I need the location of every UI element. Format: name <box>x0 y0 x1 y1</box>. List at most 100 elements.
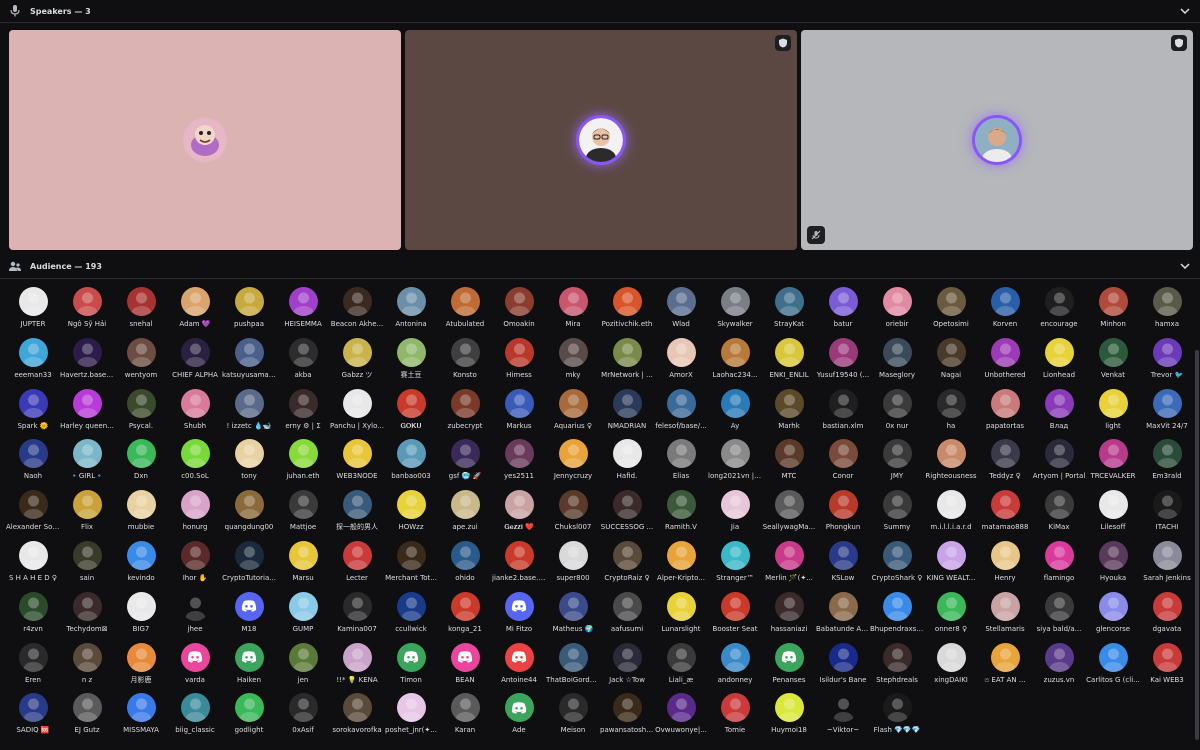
audience-member[interactable]: sorokavorofka <box>330 693 384 744</box>
audience-member[interactable]: Jennycruzy <box>546 439 600 490</box>
audience-member[interactable]: CryptoShark ♀ <box>870 540 924 592</box>
audience-member[interactable]: c00.SoL <box>168 439 222 490</box>
audience-member[interactable]: MrNetwork | ... <box>600 337 654 389</box>
audience-member[interactable]: Ngô Sỹ Hải <box>60 287 114 338</box>
audience-member[interactable]: Antoine44 <box>492 642 546 694</box>
audience-member[interactable]: Pozitivchik.eth <box>600 287 654 338</box>
audience-member[interactable]: jianke2.base.e... <box>492 540 546 592</box>
audience-member[interactable]: Flix <box>60 490 114 541</box>
audience-member[interactable]: Korven <box>978 287 1032 338</box>
audience-member[interactable]: Marhk <box>762 388 816 440</box>
audience-member[interactable]: Mira <box>546 287 600 338</box>
audience-member[interactable]: onner8 ♀ <box>924 591 978 643</box>
audience-member[interactable]: MTC <box>762 439 816 490</box>
audience-member[interactable]: super800 <box>546 540 600 592</box>
audience-member[interactable]: Kai WEB3 <box>1140 642 1194 694</box>
audience-member[interactable]: ha <box>924 388 978 440</box>
audience-member[interactable]: EJ Gutz <box>60 693 114 744</box>
audience-member[interactable]: Stranger™ <box>708 540 762 592</box>
audience-member[interactable]: Ihor ✋ <box>168 540 222 592</box>
audience-member[interactable]: Laohac234... <box>708 337 762 389</box>
audience-member[interactable]: Teddyz ♀ <box>978 439 1032 490</box>
audience-member[interactable]: Antonina <box>384 287 438 338</box>
audience-member[interactable]: Jack ☆Tow <box>600 642 654 694</box>
audience-member[interactable]: godlight <box>222 693 276 744</box>
audience-member[interactable]: CHIEF ALPHA <box>168 337 222 389</box>
speaker-tile[interactable] <box>9 30 401 250</box>
audience-member[interactable]: xingDAIKI <box>924 642 978 694</box>
audience-member[interactable]: ThatBoiGordo... <box>546 642 600 694</box>
audience-member[interactable]: Gabzz ツ <box>330 337 384 389</box>
audience-member[interactable]: Trevor 🐦 <box>1140 337 1194 389</box>
audience-member[interactable]: Hyouka <box>1086 540 1140 592</box>
audience-member[interactable]: 探一般的男人 <box>330 490 384 541</box>
audience-member[interactable]: MaxVit 24/7 <box>1140 388 1194 440</box>
audience-member[interactable]: Nagai <box>924 337 978 389</box>
audience-member[interactable]: mky <box>546 337 600 389</box>
audience-member[interactable]: hassaniazi <box>762 591 816 643</box>
audience-member[interactable]: HOWzz <box>384 490 438 541</box>
audience-member[interactable]: Flash 💎💎💎 <box>870 693 924 744</box>
audience-member[interactable]: AmorX <box>654 337 708 389</box>
audience-member[interactable]: Summy <box>870 490 924 541</box>
audience-member[interactable]: Chuksl007 <box>546 490 600 541</box>
audience-member[interactable]: Lunarslight <box>654 591 708 643</box>
audience-member[interactable]: Lecter <box>330 540 384 592</box>
audience-member[interactable]: oriebir <box>870 287 924 338</box>
audience-member[interactable]: 0x nur <box>870 388 924 440</box>
audience-member[interactable]: Stephdreals <box>870 642 924 694</box>
audience-member[interactable]: Shubh <box>168 388 222 440</box>
audience-member[interactable]: Ay <box>708 388 762 440</box>
audience-member[interactable]: KING WEALT... <box>924 540 978 592</box>
audience-member[interactable]: Unbothered <box>978 337 1032 389</box>
audience-member[interactable]: Phongkun <box>816 490 870 541</box>
audience-member[interactable]: JMY <box>870 439 924 490</box>
audience-member[interactable]: Techydom⊠ <box>60 591 114 643</box>
audience-member[interactable]: Hafid. <box>600 439 654 490</box>
audience-member[interactable]: Dxn <box>114 439 168 490</box>
audience-member[interactable]: Merchant Tot... <box>384 540 438 592</box>
audience-member[interactable]: 月影鹿 <box>114 642 168 694</box>
audience-member[interactable]: Havertz.base.... <box>60 337 114 389</box>
audience-member[interactable]: felesof/base/... <box>654 388 708 440</box>
audience-member[interactable]: TRCEVALKER <box>1086 439 1140 490</box>
audience-member[interactable]: yes2511 <box>492 439 546 490</box>
audience-member[interactable]: quangdung00 <box>222 490 276 541</box>
audience-member[interactable]: Kamina007 <box>330 591 384 643</box>
audience-member[interactable]: zuzus.vn <box>1032 642 1086 694</box>
audience-member[interactable]: StrayKat <box>762 287 816 338</box>
audience-member[interactable]: Psycal. <box>114 388 168 440</box>
speaker-tile[interactable] <box>801 30 1193 250</box>
audience-member[interactable]: papatortas <box>978 388 1032 440</box>
audience-member[interactable]: konga_21 <box>438 591 492 643</box>
chevron-down-icon[interactable] <box>1178 259 1192 273</box>
audience-member[interactable]: Booster Seat <box>708 591 762 643</box>
audience-header[interactable]: Audience — 193 <box>0 255 1200 277</box>
audience-member[interactable]: Carlitos G (cli... <box>1086 642 1140 694</box>
audience-member[interactable]: Naoh <box>6 439 60 490</box>
audience-member[interactable]: flamingo <box>1032 540 1086 592</box>
audience-member[interactable]: tony <box>222 439 276 490</box>
audience-member[interactable]: Haiken <box>222 642 276 694</box>
audience-member[interactable]: andonney <box>708 642 762 694</box>
audience-member[interactable]: CryptoRaiz ♀ <box>600 540 654 592</box>
audience-member[interactable]: Maseglory <box>870 337 924 389</box>
audience-member[interactable]: Marsu <box>276 540 330 592</box>
audience-member[interactable]: zubecrypt <box>438 388 492 440</box>
speaker-tile[interactable] <box>405 30 797 250</box>
audience-member[interactable]: Ade <box>492 693 546 744</box>
audience-member[interactable]: matamao888 <box>978 490 1032 541</box>
audience-member[interactable]: Babatunde Ak... <box>816 591 870 643</box>
audience-member[interactable]: JUPTER <box>6 287 60 338</box>
audience-member[interactable]: Mi Fitzo <box>492 591 546 643</box>
audience-member[interactable]: poshet_jnr(✦... <box>384 693 438 744</box>
audience-member[interactable]: Harley queen... <box>60 388 114 440</box>
audience-member[interactable]: Markus <box>492 388 546 440</box>
audience-member[interactable]: SUCCESSOG ... <box>600 490 654 541</box>
audience-member[interactable]: Eren <box>6 642 60 694</box>
audience-member[interactable]: Isildur's Bane <box>816 642 870 694</box>
audience-member[interactable]: akba <box>276 337 330 389</box>
audience-member[interactable]: mubbie <box>114 490 168 541</box>
audience-member[interactable]: erny ⚙ | Σ <box>276 388 330 440</box>
audience-member[interactable]: pushpaa <box>222 287 276 338</box>
